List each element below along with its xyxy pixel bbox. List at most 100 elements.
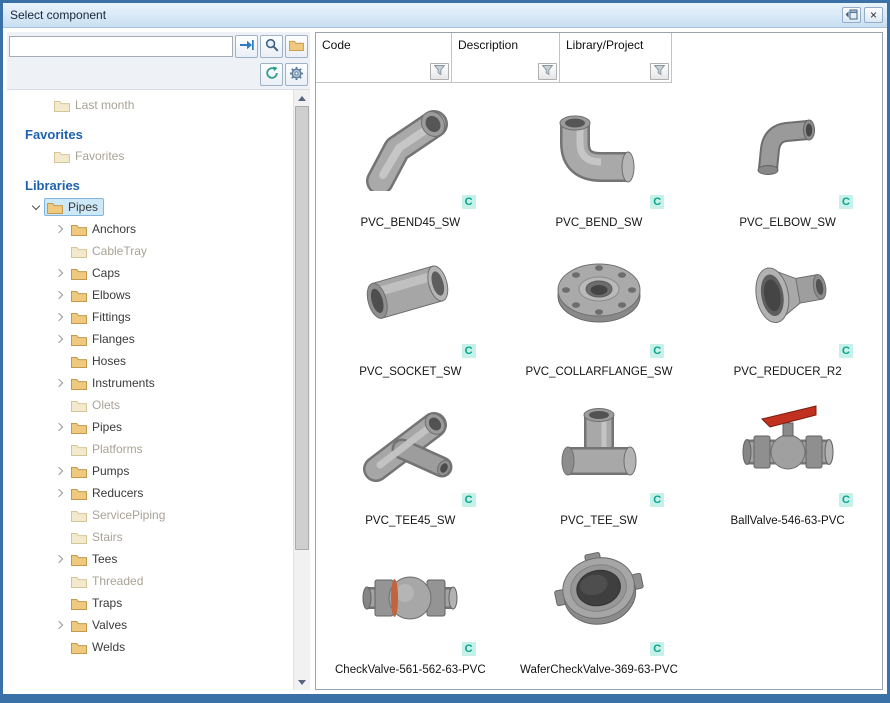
chevron-down-icon[interactable] (27, 199, 44, 216)
tree-item-target[interactable]: Hoses (68, 352, 132, 370)
chevron-right-icon[interactable] (51, 617, 68, 634)
tree-item-label: Pumps (92, 464, 129, 478)
tree-item-target[interactable]: Caps (68, 264, 126, 282)
tree-item-reducers[interactable]: Reducers (7, 482, 293, 504)
tree-item-elbows[interactable]: Elbows (7, 284, 293, 306)
column-header-library-project[interactable]: Library/Project (560, 33, 672, 83)
tree-item-target[interactable]: Fittings (68, 308, 137, 326)
tree-item-target[interactable]: Anchors (68, 220, 142, 238)
tree-item-instruments[interactable]: Instruments (7, 372, 293, 394)
column-header-description[interactable]: Description (452, 33, 560, 83)
component-item-WaferCheckValve-369-63-PVC[interactable]: CWaferCheckValve-369-63-PVC (505, 534, 694, 683)
tree-item-pipes[interactable]: Pipes (7, 196, 293, 218)
search-button[interactable] (260, 35, 283, 58)
dock-button[interactable] (842, 7, 861, 23)
tree-item-anchors[interactable]: Anchors (7, 218, 293, 240)
component-item-PVC_ELBOW_SW[interactable]: CPVC_ELBOW_SW (693, 87, 882, 236)
catalog-badge: C (839, 195, 853, 209)
tree-item-target[interactable]: Last month (51, 96, 140, 114)
tree-item-target[interactable]: Threaded (68, 572, 149, 590)
component-item-PVC_TEE45_SW[interactable]: CPVC_TEE45_SW (316, 385, 505, 534)
tree-item-favorites[interactable]: Favorites (7, 145, 293, 167)
tree-item-servicepiping[interactable]: ServicePiping (7, 504, 293, 526)
component-item-PVC_BEND45_SW[interactable]: CPVC_BEND45_SW (316, 87, 505, 236)
tree-item-cabletray[interactable]: CableTray (7, 240, 293, 262)
close-button[interactable]: × (864, 7, 883, 23)
tree-item-fittings[interactable]: Fittings (7, 306, 293, 328)
chevron-right-icon[interactable] (51, 485, 68, 502)
component-code-label: WaferCheckValve-369-63-PVC (507, 664, 692, 676)
tree-item-target[interactable]: Pipes (44, 198, 104, 216)
tree-scrollbar[interactable] (293, 90, 310, 690)
tree-item-target[interactable]: Platforms (68, 440, 149, 458)
tree-item-tees[interactable]: Tees (7, 548, 293, 570)
component-item-BallValve-546-63-PVC[interactable]: CBallValve-546-63-PVC (693, 385, 882, 534)
tree-item-target[interactable]: Pumps (68, 462, 135, 480)
settings-button[interactable] (285, 63, 308, 86)
tree-item-target[interactable]: Olets (68, 396, 126, 414)
chevron-right-icon[interactable] (51, 265, 68, 282)
scroll-thumb[interactable] (295, 106, 309, 550)
component-item-PVC_REDUCER_R2[interactable]: CPVC_REDUCER_R2 (693, 236, 882, 385)
refresh-icon (265, 66, 279, 83)
tree-item-pipes[interactable]: Pipes (7, 416, 293, 438)
tree-item-target[interactable]: Pipes (68, 418, 128, 436)
component-item-PVC_SOCKET_SW[interactable]: CPVC_SOCKET_SW (316, 236, 505, 385)
folder-icon (54, 99, 70, 112)
tree-item-target[interactable]: Reducers (68, 484, 149, 502)
tree-item-target[interactable]: Welds (68, 638, 131, 656)
tree-item-label: Threaded (92, 574, 143, 588)
tree-item-threaded[interactable]: Threaded (7, 570, 293, 592)
catalog-badge: C (462, 195, 476, 209)
filter-button-description[interactable] (538, 63, 557, 80)
tree-item-target[interactable]: Instruments (68, 374, 161, 392)
elbow-thumbnail-icon (727, 91, 849, 191)
tree-item-label: Instruments (92, 376, 155, 390)
tree-item-label: Favorites (75, 149, 124, 163)
refresh-button[interactable] (260, 63, 283, 86)
component-item-PVC_TEE_SW[interactable]: CPVC_TEE_SW (505, 385, 694, 534)
scroll-up-button[interactable] (294, 90, 310, 106)
component-item-PVC_BEND_SW[interactable]: CPVC_BEND_SW (505, 87, 694, 236)
tree-item-hoses[interactable]: Hoses (7, 350, 293, 372)
tree-item-welds[interactable]: Welds (7, 636, 293, 658)
filter-button-code[interactable] (430, 63, 449, 80)
chevron-right-icon[interactable] (51, 463, 68, 480)
tree-item-target[interactable]: Valves (68, 616, 133, 634)
tree-item-target[interactable]: Flanges (68, 330, 141, 348)
column-header-code[interactable]: Code (316, 33, 452, 83)
chevron-right-icon[interactable] (51, 419, 68, 436)
tree-item-target[interactable]: CableTray (68, 242, 153, 260)
tree-item-pumps[interactable]: Pumps (7, 460, 293, 482)
chevron-right-icon[interactable] (51, 287, 68, 304)
browse-folder-button[interactable] (285, 35, 308, 58)
tree-item-last-month[interactable]: Last month (7, 94, 293, 116)
component-item-PVC_COLLARFLANGE_SW[interactable]: CPVC_COLLARFLANGE_SW (505, 236, 694, 385)
tree-item-target[interactable]: ServicePiping (68, 506, 171, 524)
chevron-right-icon (51, 529, 68, 546)
tree-item-target[interactable]: Stairs (68, 528, 129, 546)
tree-item-target[interactable]: Traps (68, 594, 128, 612)
tree-item-caps[interactable]: Caps (7, 262, 293, 284)
tree-item-stairs[interactable]: Stairs (7, 526, 293, 548)
tree-item-valves[interactable]: Valves (7, 614, 293, 636)
funnel-icon (654, 64, 665, 79)
tree-item-target[interactable]: Elbows (68, 286, 137, 304)
component-item-CheckValve-561-562-63-PVC[interactable]: CCheckValve-561-562-63-PVC (316, 534, 505, 683)
tree-item-olets[interactable]: Olets (7, 394, 293, 416)
filter-button-library-project[interactable] (650, 63, 669, 80)
chevron-right-icon[interactable] (51, 375, 68, 392)
go-button[interactable] (235, 35, 258, 58)
tree-item-traps[interactable]: Traps (7, 592, 293, 614)
search-input[interactable] (9, 36, 233, 57)
chevron-right-icon[interactable] (51, 331, 68, 348)
tree-item-flanges[interactable]: Flanges (7, 328, 293, 350)
titlebar[interactable]: Select component × (3, 3, 887, 28)
scroll-down-button[interactable] (294, 674, 310, 690)
tree-item-platforms[interactable]: Platforms (7, 438, 293, 460)
tree-item-target[interactable]: Tees (68, 550, 123, 568)
chevron-right-icon[interactable] (51, 309, 68, 326)
chevron-right-icon[interactable] (51, 551, 68, 568)
tree-item-target[interactable]: Favorites (51, 147, 130, 165)
chevron-right-icon[interactable] (51, 221, 68, 238)
